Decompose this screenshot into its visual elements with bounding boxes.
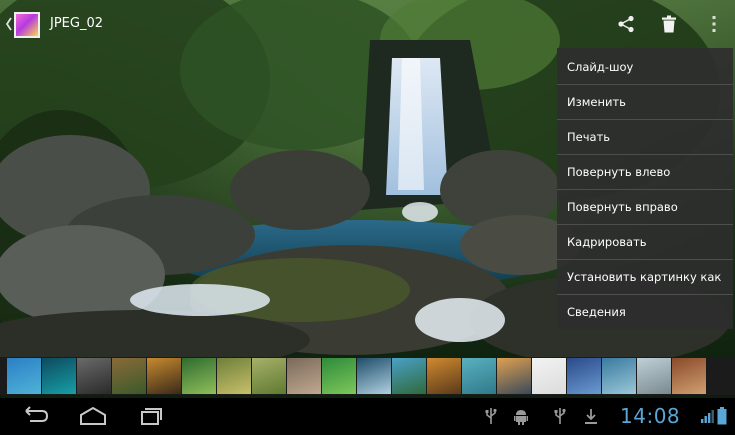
menu-item-crop[interactable]: Кадрировать: [557, 225, 733, 260]
filmstrip-thumbnail[interactable]: [7, 358, 41, 394]
filmstrip: [0, 357, 735, 395]
filmstrip-thumbnail[interactable]: [567, 358, 601, 394]
android-debug-icon: [514, 407, 528, 425]
clock[interactable]: 14:08: [620, 404, 680, 428]
filmstrip-thumbnail[interactable]: [182, 358, 216, 394]
battery-icon: [717, 407, 731, 425]
trash-icon[interactable]: [655, 10, 683, 38]
gallery-screen: JPEG_02 Слайд-шоу Изменить Печать Поверн…: [0, 0, 735, 435]
overflow-menu: Слайд-шоу Изменить Печать Повернуть влев…: [557, 48, 733, 329]
usb-icon: [553, 407, 567, 425]
back-nav-icon[interactable]: [20, 404, 50, 428]
filmstrip-thumbnail[interactable]: [112, 358, 146, 394]
action-bar: JPEG_02: [0, 0, 735, 48]
menu-item-details[interactable]: Сведения: [557, 295, 733, 330]
filmstrip-thumbnail[interactable]: [252, 358, 286, 394]
menu-item-edit[interactable]: Изменить: [557, 85, 733, 120]
filmstrip-thumbnail[interactable]: [77, 358, 111, 394]
filmstrip-thumbnail[interactable]: [462, 358, 496, 394]
filmstrip-thumbnail[interactable]: [602, 358, 636, 394]
recent-apps-icon[interactable]: [135, 404, 165, 428]
menu-item-print[interactable]: Печать: [557, 120, 733, 155]
signal-icon: [700, 408, 714, 426]
overflow-menu-icon[interactable]: [700, 10, 728, 38]
filmstrip-thumbnail[interactable]: [322, 358, 356, 394]
filmstrip-thumbnail[interactable]: [672, 358, 706, 394]
system-bar: 14:08: [0, 398, 735, 435]
filmstrip-thumbnail[interactable]: [532, 358, 566, 394]
home-nav-icon[interactable]: [78, 404, 108, 428]
image-title: JPEG_02: [50, 16, 104, 31]
filmstrip-thumbnail[interactable]: [427, 358, 461, 394]
filmstrip-thumbnail[interactable]: [42, 358, 76, 394]
album-thumbnail-icon[interactable]: [14, 12, 40, 38]
menu-item-set-picture-as[interactable]: Установить картинку как: [557, 260, 733, 295]
menu-item-slideshow[interactable]: Слайд-шоу: [557, 50, 733, 85]
filmstrip-thumbnail[interactable]: [357, 358, 391, 394]
filmstrip-thumbnail[interactable]: [497, 358, 531, 394]
menu-item-rotate-right[interactable]: Повернуть вправо: [557, 190, 733, 225]
filmstrip-thumbnail[interactable]: [147, 358, 181, 394]
download-icon: [584, 407, 598, 425]
share-icon[interactable]: [612, 10, 640, 38]
menu-item-rotate-left[interactable]: Повернуть влево: [557, 155, 733, 190]
filmstrip-thumbnail[interactable]: [217, 358, 251, 394]
back-caret-icon[interactable]: [4, 16, 14, 32]
filmstrip-thumbnail[interactable]: [637, 358, 671, 394]
filmstrip-thumbnail[interactable]: [392, 358, 426, 394]
filmstrip-thumbnail[interactable]: [287, 358, 321, 394]
usb-icon: [484, 407, 498, 425]
